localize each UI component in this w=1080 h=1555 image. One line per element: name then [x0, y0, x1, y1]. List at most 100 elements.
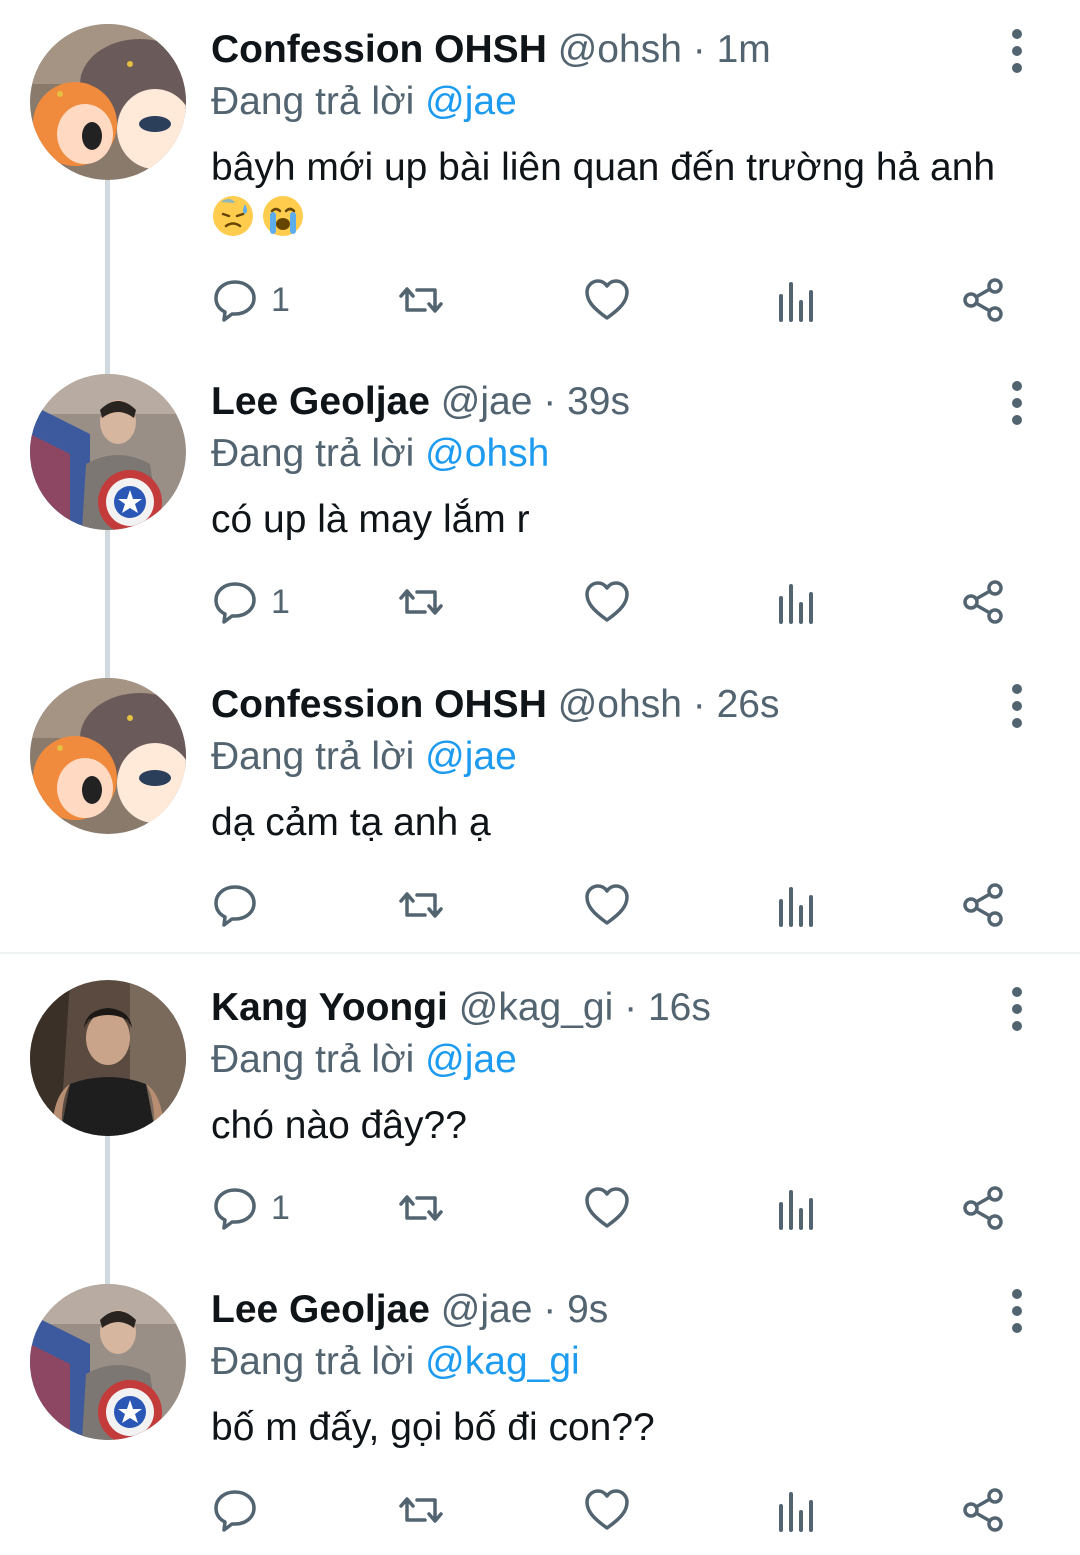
tweet[interactable]: Kang Yoongi @kag_gi · 16s Đang trả lời @… — [0, 964, 1080, 1264]
reply-button[interactable] — [211, 1480, 271, 1540]
handle[interactable]: @ohsh — [558, 683, 682, 726]
heart-icon — [585, 581, 629, 622]
heart-icon — [585, 884, 629, 925]
separator-dot: · — [624, 986, 638, 1029]
reply-button[interactable]: 1 — [211, 1178, 290, 1238]
reply-icon — [214, 582, 256, 624]
like-button[interactable] — [583, 1480, 631, 1540]
retweet-icon — [399, 1497, 443, 1523]
replying-to-handle[interactable]: @kag_gi — [425, 1340, 580, 1383]
analytics-button[interactable] — [771, 1480, 819, 1540]
reply-button[interactable]: 1 — [211, 270, 290, 330]
heart-icon — [585, 279, 629, 320]
more-options-icon[interactable] — [998, 26, 1036, 76]
avatar[interactable] — [30, 24, 186, 180]
reply-count: 1 — [271, 280, 290, 319]
replying-to: Đang trả lời @jae — [211, 731, 517, 783]
analytics-button[interactable] — [771, 875, 819, 935]
display-name[interactable]: Kang Yoongi — [211, 986, 448, 1029]
avatar[interactable] — [30, 374, 186, 530]
tweet-actions: 1 — [211, 270, 1031, 330]
timestamp[interactable]: 39s — [567, 380, 630, 423]
handle[interactable]: @ohsh — [558, 28, 682, 71]
display-name[interactable]: Confession OHSH — [211, 28, 547, 71]
share-button[interactable] — [959, 1480, 1007, 1540]
like-button[interactable] — [583, 1178, 631, 1238]
tweet-header: Lee Geoljae @jae · 9s — [211, 1284, 608, 1336]
replying-to-handle[interactable]: @jae — [425, 80, 517, 123]
tweet[interactable]: Confession OHSH @ohsh · 1m Đang trả lời … — [0, 0, 1080, 360]
retweet-button[interactable] — [397, 1480, 445, 1540]
timestamp[interactable]: 9s — [567, 1288, 608, 1331]
avatar[interactable] — [30, 1284, 186, 1440]
person-dark-avatar-image — [30, 980, 186, 1136]
display-name[interactable]: Lee Geoljae — [211, 380, 430, 423]
replying-to: Đang trả lời @kag_gi — [211, 1336, 580, 1388]
like-button[interactable] — [583, 875, 631, 935]
retweet-button[interactable] — [397, 572, 445, 632]
like-button[interactable] — [583, 572, 631, 632]
more-options-icon[interactable] — [998, 378, 1036, 428]
tweet[interactable]: Lee Geoljae @jae · 9s Đang trả lời @kag_… — [0, 1266, 1080, 1555]
reply-button[interactable]: 1 — [211, 572, 290, 632]
share-icon — [963, 1488, 1003, 1532]
replying-to-handle[interactable]: @ohsh — [425, 432, 549, 475]
reply-count: 1 — [271, 1188, 290, 1227]
display-name[interactable]: Lee Geoljae — [211, 1288, 430, 1331]
reply-icon — [214, 1490, 256, 1532]
handle[interactable]: @kag_gi — [459, 986, 614, 1029]
more-options-icon[interactable] — [998, 984, 1036, 1034]
share-button[interactable] — [959, 572, 1007, 632]
separator-dot: · — [692, 683, 706, 726]
more-options-icon[interactable] — [998, 1286, 1036, 1336]
avatar[interactable] — [30, 980, 186, 1136]
share-button[interactable] — [959, 270, 1007, 330]
like-button[interactable] — [583, 270, 631, 330]
retweet-icon — [399, 892, 443, 918]
tweet-header: Kang Yoongi @kag_gi · 16s — [211, 982, 711, 1034]
analytics-button[interactable] — [771, 572, 819, 632]
reply-icon — [214, 280, 256, 322]
tweet[interactable]: Confession OHSH @ohsh · 26s Đang trả lời… — [0, 660, 1080, 952]
tweet-text-content: bâyh mới up bài liên quan đến trường hả … — [211, 146, 996, 189]
separator-dot: · — [543, 380, 557, 423]
replying-to-handle[interactable]: @jae — [425, 735, 517, 778]
replying-to: Đang trả lời @jae — [211, 1034, 517, 1086]
tweet[interactable]: Lee Geoljae @jae · 39s Đang trả lời @ohs… — [0, 360, 1080, 660]
replying-to-label: Đang trả lời — [211, 1340, 415, 1383]
tweet-actions — [211, 875, 1031, 935]
cartoon-avatar-image — [30, 24, 186, 180]
analytics-button[interactable] — [771, 270, 819, 330]
more-options-icon[interactable] — [998, 681, 1036, 731]
separator-dot: · — [692, 28, 706, 71]
heart-icon — [585, 1187, 629, 1228]
analytics-icon — [779, 1492, 813, 1532]
retweet-button[interactable] — [397, 875, 445, 935]
timestamp[interactable]: 26s — [717, 683, 780, 726]
avatar[interactable] — [30, 678, 186, 834]
tweet-header: Lee Geoljae @jae · 39s — [211, 376, 630, 428]
tweet-actions: 1 — [211, 1178, 1031, 1238]
timestamp[interactable]: 16s — [648, 986, 711, 1029]
separator-dot: · — [543, 1288, 557, 1331]
share-button[interactable] — [959, 875, 1007, 935]
retweet-button[interactable] — [397, 1178, 445, 1238]
analytics-button[interactable] — [771, 1178, 819, 1238]
handle[interactable]: @jae — [441, 1288, 533, 1331]
retweet-button[interactable] — [397, 270, 445, 330]
reply-button[interactable] — [211, 875, 271, 935]
analytics-icon — [779, 1190, 813, 1230]
heart-icon — [585, 1489, 629, 1530]
tweet-actions — [211, 1480, 1031, 1540]
replying-to-handle[interactable]: @jae — [425, 1038, 517, 1081]
reply-icon — [214, 1188, 256, 1230]
person-shield-avatar-image — [30, 374, 186, 530]
handle[interactable]: @jae — [441, 380, 533, 423]
replying-to: Đang trả lời @ohsh — [211, 428, 549, 480]
share-button[interactable] — [959, 1178, 1007, 1238]
display-name[interactable]: Confession OHSH — [211, 683, 547, 726]
replying-to-label: Đang trả lời — [211, 1038, 415, 1081]
analytics-icon — [779, 282, 813, 322]
timestamp[interactable]: 1m — [717, 28, 771, 71]
share-icon — [963, 580, 1003, 624]
